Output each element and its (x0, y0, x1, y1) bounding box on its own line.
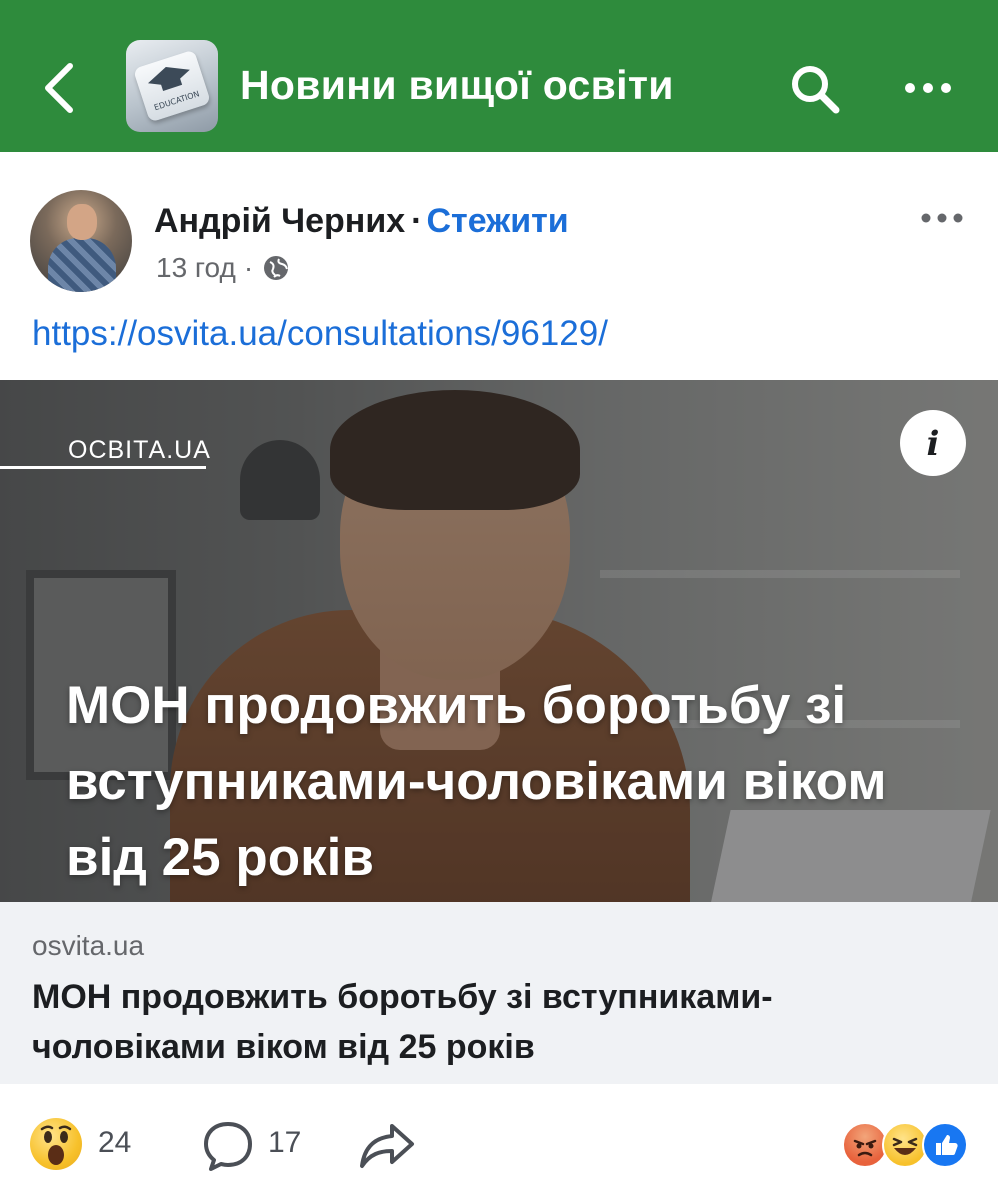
globe-icon (261, 253, 291, 283)
back-button[interactable] (36, 60, 84, 116)
post-time[interactable]: 13 год (156, 252, 236, 284)
comment-button[interactable] (200, 1118, 256, 1174)
link-preview-image[interactable]: ОСВІТА.UA i МОН продовжить боротьбу зі в… (0, 380, 998, 902)
image-source-label: ОСВІТА.UA (68, 436, 211, 464)
avatar-shirt (48, 238, 116, 292)
preview-domain: osvita.ua (32, 930, 145, 961)
info-icon: i (927, 424, 940, 464)
comment-icon (204, 1122, 252, 1171)
search-button[interactable] (786, 60, 844, 118)
link-preview-caption[interactable]: osvita.ua МОН продовжить боротьбу зі вст… (0, 902, 998, 1084)
graduation-cap-icon: EDUCATION (147, 66, 201, 112)
reaction-count[interactable]: 24 (98, 1126, 131, 1160)
author-avatar[interactable] (30, 190, 132, 292)
meta-separator: · (243, 252, 254, 283)
post-meta: 13 год · (156, 252, 291, 284)
post-link[interactable]: https://osvita.ua/consultations/96129/ (32, 314, 608, 354)
follow-button[interactable]: Стежити (426, 202, 568, 240)
name-separator: · (411, 202, 423, 240)
info-button[interactable]: i (900, 410, 966, 476)
share-icon (360, 1124, 414, 1168)
source-underline (0, 466, 206, 469)
image-headline: МОН продовжить боротьбу зі вступниками-ч… (66, 676, 887, 887)
share-button[interactable] (358, 1120, 416, 1172)
wow-reaction-button[interactable] (30, 1118, 82, 1170)
more-icon (905, 83, 951, 93)
author-row: Андрій Черних · Стежити (154, 202, 569, 241)
post-options-button[interactable] (918, 206, 966, 230)
post-footer: 24 17 (0, 1084, 998, 1200)
svg-text:i: i (927, 424, 940, 464)
search-icon (792, 66, 840, 114)
comment-count[interactable]: 17 (268, 1126, 301, 1160)
group-header: EDUCATION Новини вищої освіти (0, 0, 998, 152)
more-icon (921, 213, 963, 223)
group-title[interactable]: Новини вищої освіти (240, 62, 674, 109)
more-options-button[interactable] (898, 66, 958, 110)
preview-title: МОН продовжить боротьбу зі вступниками-ч… (32, 978, 773, 1066)
group-avatar[interactable]: EDUCATION (126, 40, 218, 132)
wow-emoji-icon (40, 1125, 72, 1165)
back-icon (45, 63, 73, 113)
svg-text:EDUCATION: EDUCATION (153, 89, 201, 112)
reaction-summary[interactable] (842, 1122, 972, 1172)
keyboard-key-image: EDUCATION (132, 49, 212, 123)
author-name[interactable]: Андрій Черних (154, 202, 405, 240)
avatar-face (67, 204, 97, 240)
like-icon (922, 1122, 968, 1168)
